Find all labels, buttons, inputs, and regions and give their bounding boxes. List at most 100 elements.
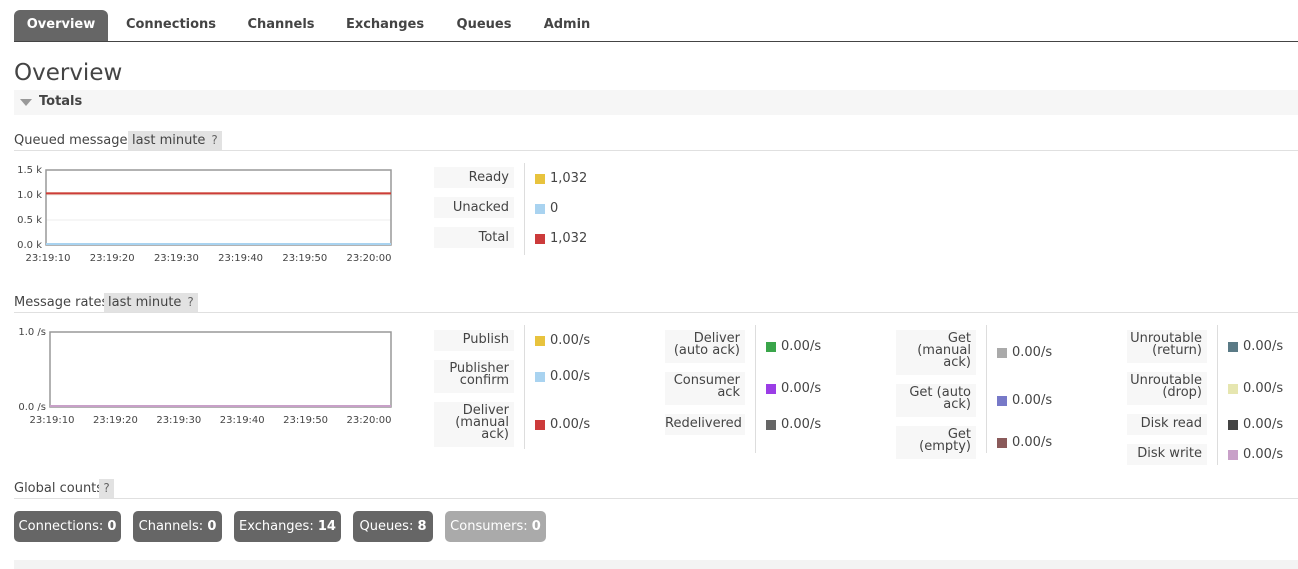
y-tick-label: 1.0 k: [17, 190, 42, 201]
rate-swatch: [535, 371, 545, 382]
rate-legend-line: ack: [717, 385, 740, 400]
x-tick-label: 23:19:30: [154, 253, 199, 264]
rate-value: 0.00/s: [550, 368, 591, 384]
x-tick-label: 23:20:00: [347, 415, 392, 426]
rate-value: 0.00/s: [1243, 446, 1284, 462]
connections-count-button[interactable]: Connections: 0: [14, 511, 121, 542]
rate-swatch: [1228, 341, 1238, 352]
queued-help-icon[interactable]: ?: [207, 131, 222, 150]
rate-legend-line: (auto ack): [673, 343, 740, 358]
x-tick-label: 23:19:10: [30, 415, 75, 426]
exchanges-count-button[interactable]: Exchanges: 14: [234, 511, 341, 542]
rate-swatch: [997, 437, 1007, 448]
rate-legend-line: confirm: [459, 373, 509, 388]
rate-value: 0.00/s: [1243, 338, 1284, 354]
count-label: Connections:: [18, 519, 104, 534]
rate-value: 0.00/s: [550, 332, 591, 348]
rates-range-selector[interactable]: last minute: [104, 293, 186, 312]
global-separator: [14, 498, 1298, 499]
rates-help-icon[interactable]: ?: [183, 293, 198, 312]
count-label: Queues:: [359, 519, 414, 534]
tab-admin[interactable]: Admin: [534, 10, 600, 42]
rate-legend-label: Unroutable (drop): [1127, 372, 1207, 405]
plot-frame: [49, 331, 392, 408]
x-tick-label: 23:19:50: [282, 253, 327, 264]
queues-count-button[interactable]: Queues: 8: [353, 511, 433, 542]
rate-swatch: [1228, 449, 1238, 460]
unacked-value: 0: [550, 201, 559, 216]
rate-legend-line: Disk write: [1137, 446, 1202, 461]
legend-ready-label: Ready: [434, 167, 514, 188]
rate-swatch: [766, 419, 776, 430]
rate-swatch: [766, 383, 776, 394]
rate-legend-line: ack): [943, 355, 971, 370]
rate-legend-divider: [1217, 325, 1218, 465]
consumers-count-button[interactable]: Consumers: 0: [445, 511, 546, 542]
y-tick-label: 0.5 k: [17, 215, 42, 226]
queued-messages-label: Queued messages: [14, 133, 135, 148]
rate-legend-label: Disk read: [1127, 414, 1207, 435]
totals-section-title[interactable]: Totals: [39, 94, 82, 109]
rate-swatch: [766, 341, 776, 352]
nodes-section-header[interactable]: [14, 560, 1298, 569]
ready-swatch: [535, 174, 545, 184]
x-tick-label: 23:20:00: [347, 253, 392, 264]
rate-legend-line: Redelivered: [665, 416, 742, 431]
rate-legend-divider: [524, 325, 525, 449]
count-value: 8: [417, 519, 427, 534]
queued-messages-chart: 1.5 k 1.0 k 0.5 k 0.0 k 23:19:10 23:19:20 23:1…: [17, 165, 392, 264]
y-tick-label: 0.0 k: [17, 240, 42, 251]
count-value: 0: [531, 519, 541, 534]
rate-swatch: [1228, 383, 1238, 394]
rate-legend-label: Redelivered: [665, 414, 745, 435]
rate-legend-label: Get (empty): [896, 426, 976, 459]
total-value: 1,032: [550, 231, 588, 246]
rate-swatch: [997, 395, 1007, 406]
legend-unacked-label: Unacked: [434, 197, 514, 218]
rate-swatch: [535, 335, 545, 346]
x-tick-label: 23:19:30: [156, 415, 201, 426]
tab-channels[interactable]: Channels: [236, 10, 326, 42]
count-label: Channels:: [138, 519, 204, 534]
queued-separator: [14, 150, 1298, 151]
tab-connections[interactable]: Connections: [116, 10, 226, 42]
rate-value: 0.00/s: [781, 416, 822, 432]
totals-section-header[interactable]: [14, 90, 1298, 115]
y-tick-label: 1.0 /s: [18, 327, 46, 338]
rate-legend-line: (drop): [1162, 385, 1202, 400]
x-tick-label: 23:19:40: [220, 415, 265, 426]
rate-value: 0.00/s: [1243, 380, 1284, 396]
nav-divider: [14, 41, 1298, 42]
rate-legend-label: Publish: [434, 330, 514, 351]
rate-legend-label: Unroutable (return): [1127, 330, 1207, 363]
rate-legend-label: Consumer ack: [665, 372, 745, 405]
count-value: 0: [207, 519, 217, 534]
rate-legend-label: Deliver (auto ack): [665, 330, 745, 363]
count-value: 14: [317, 519, 336, 534]
collapse-triangle-icon[interactable]: [20, 99, 32, 106]
rate-value: 0.00/s: [781, 338, 822, 354]
rate-legend-label: Disk write: [1127, 444, 1207, 465]
rate-legend-label: Get (auto ack): [896, 384, 976, 417]
tab-exchanges[interactable]: Exchanges: [336, 10, 434, 42]
y-tick-label: 1.5 k: [17, 165, 42, 176]
count-label: Exchanges:: [239, 519, 314, 534]
rate-value: 0.00/s: [1012, 392, 1053, 408]
rate-legend-label: Get (manual ack): [896, 330, 976, 375]
global-counts-label: Global counts: [14, 481, 104, 496]
rates-separator: [14, 312, 1298, 313]
plot-frame: [45, 169, 392, 246]
tab-queues[interactable]: Queues: [446, 10, 522, 42]
channels-count-button[interactable]: Channels: 0: [133, 511, 222, 542]
y-tick-label: 0.0 /s: [18, 402, 46, 413]
rate-swatch: [997, 347, 1007, 358]
rate-value: 0.00/s: [1243, 416, 1284, 432]
rate-legend-divider: [755, 325, 756, 453]
tab-overview[interactable]: Overview: [14, 10, 108, 42]
x-tick-label: 23:19:20: [90, 253, 135, 264]
page-title: Overview: [14, 60, 123, 86]
total-swatch: [535, 234, 545, 244]
ready-value: 1,032: [550, 171, 588, 186]
queued-range-selector[interactable]: last minute: [128, 131, 210, 150]
global-help-icon[interactable]: ?: [99, 479, 114, 498]
